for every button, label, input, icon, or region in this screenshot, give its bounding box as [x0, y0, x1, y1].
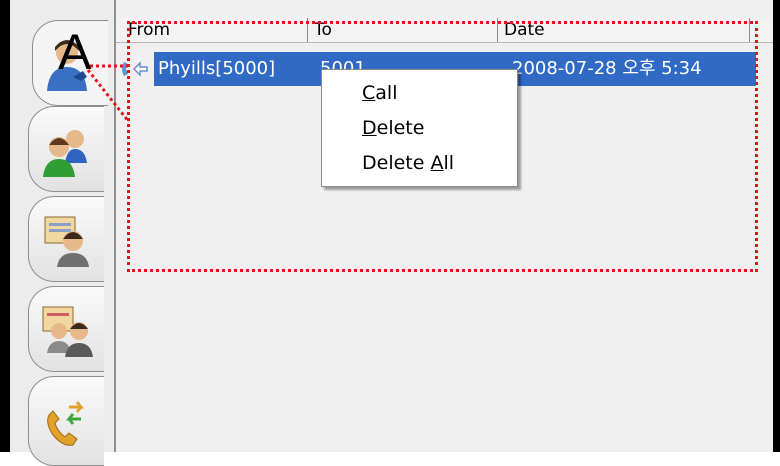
- annotation-label: A: [58, 24, 92, 80]
- window-frame-right: [773, 0, 780, 452]
- annotation-highlight-box: [127, 21, 758, 272]
